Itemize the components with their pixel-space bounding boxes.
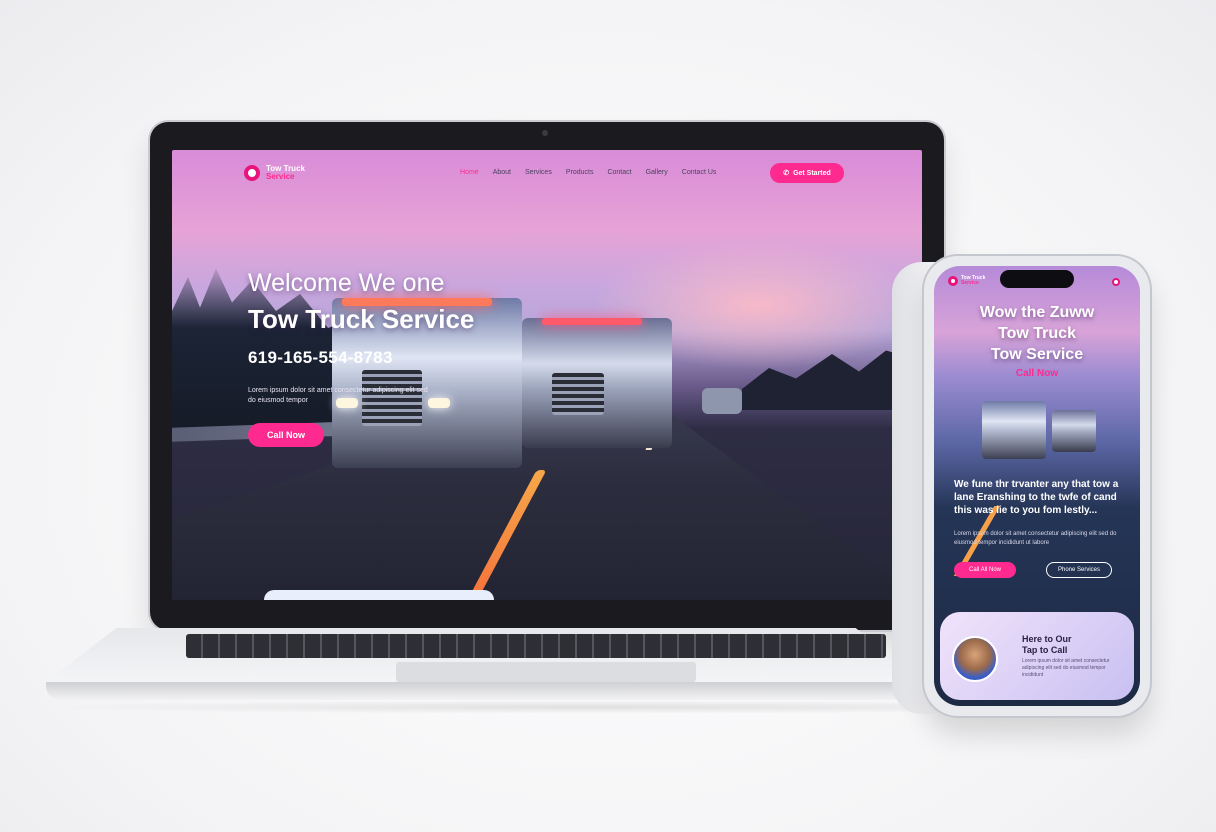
headlight <box>428 398 450 408</box>
light-bar <box>542 318 642 325</box>
logo-text: Tow Truck Service <box>961 276 1001 286</box>
phone-title-line-2: Tow Truck <box>998 325 1076 342</box>
call-now-button[interactable]: Call Now <box>248 423 324 447</box>
logo-line-2: Service <box>961 280 979 286</box>
hero-title-line-1: Welcome We one <box>248 269 445 297</box>
keyboard <box>186 634 886 658</box>
phone-hero-title: Wow the Zuww Tow Truck Tow Service <box>934 302 1140 365</box>
phone-section-description: Lorem ipsum dolor sit amet consectetur a… <box>954 531 1117 546</box>
tap-to-call-card[interactable]: Here to Our Tap to Call Lorem ipsum dolo… <box>940 612 1134 700</box>
phone-call-link[interactable]: Call Now <box>934 368 1140 379</box>
tow-truck-image <box>1052 410 1096 452</box>
get-started-button[interactable]: ✆ Get Started <box>770 163 844 183</box>
nav-item-services[interactable]: Services <box>525 169 552 176</box>
trackpad <box>396 662 696 682</box>
nav-item-home[interactable]: Home <box>460 169 479 176</box>
card-title-line-2: Tap to Call <box>1022 645 1068 655</box>
tow-truck-image <box>522 318 672 448</box>
menu-icon[interactable] <box>1112 278 1120 286</box>
call-all-now-button[interactable]: Call All Now <box>954 562 1016 578</box>
hero-title-line-2: Tow Truck Service <box>248 304 475 334</box>
phone-services-button[interactable]: Phone Services <box>1046 562 1112 578</box>
truck-grill <box>552 373 604 415</box>
nav-item-contact-us[interactable]: Contact Us <box>682 169 717 176</box>
hero-phone-number[interactable]: 619-165-554-8783 <box>248 348 393 368</box>
logo-line-2: Service <box>266 172 295 181</box>
phone-title-line-1: Wow the Zuww <box>979 304 1095 321</box>
get-started-label: Get Started <box>793 169 831 177</box>
card-title: Here to Our Tap to Call <box>1022 634 1072 656</box>
site-logo[interactable]: Tow Truck Service <box>244 165 326 181</box>
laptop: Tow Truck Service Home About Services Pr… <box>150 122 944 630</box>
nav-item-contact[interactable]: Contact <box>607 169 631 176</box>
card-description: Lorem ipsum dolor sit amet consectetur a… <box>1022 658 1110 678</box>
nav-item-about[interactable]: About <box>493 169 511 176</box>
next-section-card <box>264 590 494 600</box>
logo-icon <box>948 276 958 286</box>
phone-screen: Tow Truck Service Wow the Zuww Tow Truck… <box>934 266 1140 706</box>
logo-icon <box>244 165 260 181</box>
tow-truck-image <box>982 401 1046 459</box>
car-image <box>702 388 742 414</box>
nav-item-gallery[interactable]: Gallery <box>646 169 668 176</box>
phone-title-line-3: Tow Service <box>990 346 1084 363</box>
phone-icon: ✆ <box>783 170 790 177</box>
hero-description: Lorem ipsum dolor sit amet consectetur a… <box>248 387 428 404</box>
laptop-base <box>46 628 926 704</box>
card-title-line-1: Here to Our <box>1022 634 1072 644</box>
phone-section-heading: We fune thr trvanter any that tow a lane… <box>954 479 1119 516</box>
logo-text: Tow Truck Service <box>266 165 326 181</box>
nav-item-products[interactable]: Products <box>566 169 594 176</box>
laptop-screen: Tow Truck Service Home About Services Pr… <box>172 150 922 600</box>
dynamic-island <box>1000 270 1074 288</box>
avatar <box>952 636 998 682</box>
hero-title: Welcome We one Tow Truck Service <box>248 265 548 337</box>
site-nav: Tow Truck Service Home About Services Pr… <box>172 150 922 196</box>
nav-menu: Home About Services Products Contact Gal… <box>460 169 716 176</box>
smartphone: Tow Truck Service Wow the Zuww Tow Truck… <box>924 256 1150 716</box>
phone-site-logo[interactable]: Tow Truck Service <box>948 276 1001 286</box>
device-mockup-scene: Tow Truck Service Home About Services Pr… <box>0 0 1216 832</box>
webcam <box>542 130 548 136</box>
laptop-front-edge <box>46 682 926 700</box>
